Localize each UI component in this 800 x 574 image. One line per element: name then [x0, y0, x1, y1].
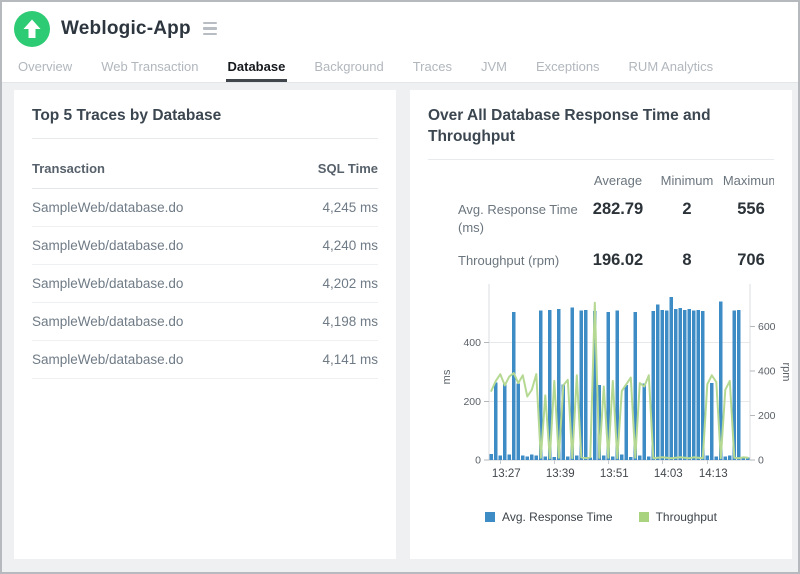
- tab-exceptions[interactable]: Exceptions: [534, 59, 602, 82]
- legend-swatch: [485, 512, 495, 522]
- stats-header-row: AverageMinimumMaximum: [428, 164, 774, 192]
- transaction-cell[interactable]: SampleWeb/database.do: [32, 189, 280, 227]
- svg-text:0: 0: [758, 455, 764, 467]
- legend-item-avg-response-time[interactable]: Avg. Response Time: [485, 510, 613, 524]
- table-row[interactable]: SampleWeb/database.do4,141 ms: [32, 341, 378, 379]
- tab-overview[interactable]: Overview: [16, 59, 74, 82]
- svg-text:600: 600: [758, 321, 776, 333]
- svg-text:13:39: 13:39: [546, 468, 575, 480]
- sql-time-cell: 4,202 ms: [280, 265, 378, 303]
- traces-table-body: SampleWeb/database.do4,245 msSampleWeb/d…: [32, 189, 378, 379]
- tab-traces[interactable]: Traces: [411, 59, 454, 82]
- svg-text:14:03: 14:03: [654, 468, 683, 480]
- sql-time-cell: 4,245 ms: [280, 189, 378, 227]
- stats-value-average: 282.79: [580, 192, 656, 243]
- svg-text:13:51: 13:51: [600, 468, 629, 480]
- transaction-cell[interactable]: SampleWeb/database.do: [32, 265, 280, 303]
- legend-label: Throughput: [656, 510, 717, 524]
- svg-text:rpm: rpm: [780, 363, 792, 382]
- transaction-cell[interactable]: SampleWeb/database.do: [32, 303, 280, 341]
- stats-row-label: Throughput (rpm): [428, 243, 580, 276]
- response-throughput-panel: Over All Database Response Time and Thro…: [410, 90, 792, 559]
- panel-title: Top 5 Traces by Database: [32, 105, 378, 126]
- stats-row-label: Avg. Response Time (ms): [428, 192, 580, 243]
- sql-time-cell: 4,240 ms: [280, 227, 378, 265]
- tab-rum-analytics[interactable]: RUM Analytics: [627, 59, 716, 82]
- column-header-sql-time: SQL Time: [280, 148, 378, 189]
- stats-column-maximum: Maximum: [718, 164, 774, 192]
- tab-jvm[interactable]: JVM: [479, 59, 509, 82]
- line-throughput: [491, 303, 748, 459]
- stats-row: Avg. Response Time (ms)282.792556: [428, 192, 774, 243]
- app-header: Weblogic-App: [2, 2, 798, 55]
- app-window: { "colors": { "accent_green": "#2dcb73",…: [0, 0, 800, 574]
- hamburger-icon[interactable]: [199, 18, 221, 40]
- column-header-transaction: Transaction: [32, 148, 280, 189]
- sql-time-cell: 4,198 ms: [280, 303, 378, 341]
- transaction-cell[interactable]: SampleWeb/database.do: [32, 341, 280, 379]
- svg-text:400: 400: [758, 365, 776, 377]
- top-traces-panel: Top 5 Traces by Database Transaction SQL…: [14, 90, 396, 559]
- stats-blank-cell: [428, 164, 580, 192]
- stats-value-maximum: 706: [718, 243, 774, 276]
- tab-web-transaction[interactable]: Web Transaction: [99, 59, 200, 82]
- stats-table-wrap: AverageMinimumMaximum Avg. Response Time…: [428, 164, 774, 276]
- tab-bar: Overview Web Transaction Database Backgroun…: [2, 55, 798, 83]
- table-row[interactable]: SampleWeb/database.do4,202 ms: [32, 265, 378, 303]
- content-area: Top 5 Traces by Database Transaction SQL…: [2, 83, 798, 559]
- tab-database[interactable]: Database: [226, 59, 288, 82]
- stats-value-minimum: 8: [656, 243, 718, 276]
- page-title: Weblogic-App: [61, 18, 191, 40]
- stats-value-average: 196.02: [580, 243, 656, 276]
- svg-text:14:13: 14:13: [699, 468, 728, 480]
- legend-item-throughput[interactable]: Throughput: [639, 510, 717, 524]
- tab-background[interactable]: Background: [312, 59, 385, 82]
- svg-text:200: 200: [463, 396, 481, 408]
- legend-label: Avg. Response Time: [502, 510, 613, 524]
- table-row[interactable]: SampleWeb/database.do4,198 ms: [32, 303, 378, 341]
- svg-text:13:27: 13:27: [492, 468, 521, 480]
- svg-text:400: 400: [463, 337, 481, 349]
- divider: [32, 138, 378, 139]
- stats-table: AverageMinimumMaximum Avg. Response Time…: [428, 164, 774, 276]
- arrow-up-circle-icon: [14, 11, 50, 47]
- chart-legend: Avg. Response Time Throughput: [410, 510, 792, 524]
- traces-table: Transaction SQL Time SampleWeb/database.…: [32, 148, 378, 379]
- svg-text:200: 200: [758, 410, 776, 422]
- response-throughput-chart[interactable]: 0 200 400 0 200 400 600 13:27 13:39 13:51 14:03 14:…: [410, 280, 792, 486]
- stats-body: Avg. Response Time (ms)282.792556Through…: [428, 192, 774, 276]
- stats-column-minimum: Minimum: [656, 164, 718, 192]
- table-row[interactable]: SampleWeb/database.do4,245 ms: [32, 189, 378, 227]
- svg-text:ms: ms: [441, 369, 453, 384]
- table-row[interactable]: SampleWeb/database.do4,240 ms: [32, 227, 378, 265]
- panel-title: Over All Database Response Time and Thro…: [428, 105, 760, 147]
- stats-column-average: Average: [580, 164, 656, 192]
- legend-swatch: [639, 512, 649, 522]
- stats-row: Throughput (rpm)196.028706: [428, 243, 774, 276]
- stats-value-minimum: 2: [656, 192, 718, 243]
- transaction-cell[interactable]: SampleWeb/database.do: [32, 227, 280, 265]
- sql-time-cell: 4,141 ms: [280, 341, 378, 379]
- svg-text:0: 0: [475, 455, 481, 467]
- traces-table-header: Transaction SQL Time: [32, 148, 378, 189]
- stats-value-maximum: 556: [718, 192, 774, 243]
- divider: [428, 159, 774, 160]
